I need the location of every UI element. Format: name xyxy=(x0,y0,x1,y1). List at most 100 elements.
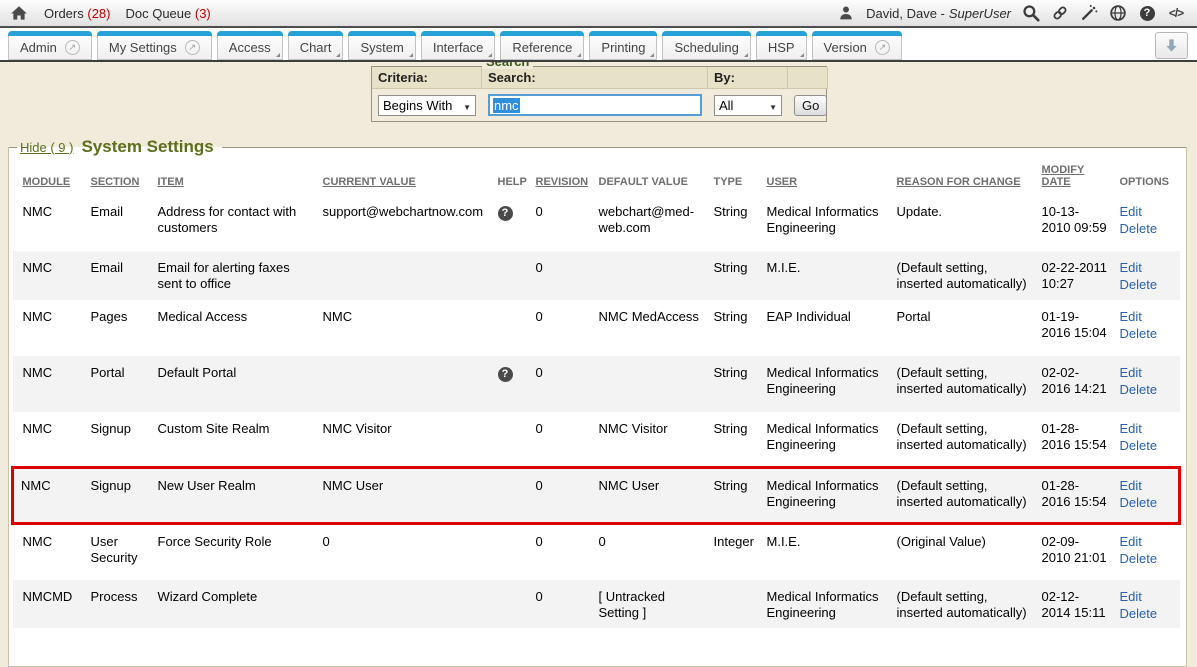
revision-cell: 0 xyxy=(536,524,599,580)
delete-link[interactable]: Delete xyxy=(1120,382,1168,398)
user-cell: M.I.E. xyxy=(767,524,897,580)
edit-link[interactable]: Edit xyxy=(1120,478,1167,494)
tab-label: System xyxy=(360,40,403,55)
options-cell: EditDelete xyxy=(1120,251,1180,300)
module-cell: NMC xyxy=(13,356,91,412)
search-panel: Search Criteria: Search: By: Begins With… xyxy=(371,66,827,122)
criteria-select[interactable]: Begins With xyxy=(378,95,476,116)
tab-admin[interactable]: Admin xyxy=(8,31,92,60)
search-icon[interactable] xyxy=(1022,4,1040,22)
nav-item-doc-queue[interactable]: Doc Queue (3) xyxy=(125,6,210,21)
tab-printing[interactable]: Printing xyxy=(589,31,657,60)
delete-link[interactable]: Delete xyxy=(1120,221,1168,237)
search-input[interactable]: nmc xyxy=(488,94,702,116)
column-header-label[interactable]: CURRENT VALUE xyxy=(323,176,416,188)
column-header-label: HELP xyxy=(498,176,527,188)
column-header-label[interactable]: REASON FOR CHANGE xyxy=(897,176,1021,188)
tab-scheduling[interactable]: Scheduling xyxy=(662,31,750,60)
user-label[interactable]: David, Dave - SuperUser xyxy=(866,6,1011,21)
type-cell: String xyxy=(714,300,767,356)
edit-link[interactable]: Edit xyxy=(1120,260,1168,276)
hide-link[interactable]: Hide ( 9 ) xyxy=(20,140,73,155)
help-icon[interactable] xyxy=(1138,4,1156,22)
tab-hsp[interactable]: HSP xyxy=(756,31,807,60)
edit-link[interactable]: Edit xyxy=(1120,309,1168,325)
revision-cell: 0 xyxy=(536,251,599,300)
help-cell xyxy=(498,524,536,580)
tab-label: Version xyxy=(824,40,867,55)
reason-cell: (Default setting, inserted automatically… xyxy=(897,580,1042,629)
external-link-icon[interactable] xyxy=(185,40,200,55)
column-header-label[interactable]: ITEM xyxy=(158,176,184,188)
tab-interface[interactable]: Interface xyxy=(421,31,496,60)
table-row: NMCMDProcessWizard Complete0[ Untracked … xyxy=(13,580,1180,629)
external-link-icon[interactable] xyxy=(875,40,890,55)
tab-access[interactable]: Access xyxy=(217,31,283,60)
current-value-cell xyxy=(323,580,498,629)
tab-reference[interactable]: Reference xyxy=(500,31,584,60)
revision-cell: 0 xyxy=(536,468,599,524)
delete-link[interactable]: Delete xyxy=(1120,551,1168,567)
modify-date-cell: 01-28-2016 15:54 xyxy=(1042,468,1120,524)
column-header-label[interactable]: MODULE xyxy=(23,176,71,188)
module-cell: NMC xyxy=(13,524,91,580)
tab-system[interactable]: System xyxy=(348,31,415,60)
default-value-cell: [ Untracked Setting ] xyxy=(599,580,714,629)
delete-link[interactable]: Delete xyxy=(1120,495,1167,511)
tab-label: Scheduling xyxy=(674,40,738,55)
edit-link[interactable]: Edit xyxy=(1120,589,1168,605)
default-value-cell: webchart@med-web.com xyxy=(599,195,714,251)
help-icon[interactable] xyxy=(498,206,513,221)
section-cell: Portal xyxy=(91,356,158,412)
tab-chart[interactable]: Chart xyxy=(288,31,344,60)
table-row: NMCUser SecurityForce Security Role000In… xyxy=(13,524,1180,580)
by-select[interactable]: All xyxy=(714,95,782,116)
select-arrow-icon xyxy=(459,98,471,113)
wand-icon[interactable] xyxy=(1080,4,1098,22)
options-cell: EditDelete xyxy=(1120,300,1180,356)
criteria-label: Criteria: xyxy=(372,67,482,89)
delete-link[interactable]: Delete xyxy=(1120,606,1168,622)
nav-item-orders[interactable]: Orders (28) xyxy=(44,6,110,21)
settings-table: MODULE SECTION ITEM CURRENT VALUE HELP REVISI… xyxy=(11,147,1181,628)
column-header-label[interactable]: MODIFY DATE xyxy=(1042,164,1085,188)
revision-cell: 0 xyxy=(536,300,599,356)
current-value-cell: NMC xyxy=(323,300,498,356)
options-cell: EditDelete xyxy=(1120,412,1180,468)
nav-item-count: (3) xyxy=(195,6,211,21)
criteria-select-value: Begins With xyxy=(383,98,452,113)
delete-link[interactable]: Delete xyxy=(1120,326,1168,342)
help-icon[interactable] xyxy=(498,367,513,382)
home-icon-glyph xyxy=(10,5,28,22)
tab-label: Interface xyxy=(433,40,484,55)
section-cell: Pages xyxy=(91,300,158,356)
nav-item-label: Orders xyxy=(44,6,84,21)
delete-link[interactable]: Delete xyxy=(1120,438,1168,454)
edit-link[interactable]: Edit xyxy=(1120,421,1168,437)
column-header-label: TYPE xyxy=(714,176,743,188)
module-cell: NMC xyxy=(13,195,91,251)
code-icon[interactable] xyxy=(1167,4,1185,22)
current-value-cell: NMC Visitor xyxy=(323,412,498,468)
external-link-icon[interactable] xyxy=(65,40,80,55)
search-input-selected-text: nmc xyxy=(493,98,520,113)
column-header-label[interactable]: SECTION xyxy=(91,176,140,188)
globe-icon[interactable] xyxy=(1109,4,1127,22)
home-icon[interactable] xyxy=(10,4,28,22)
go-cell: Go xyxy=(788,89,828,121)
go-button[interactable]: Go xyxy=(794,95,827,116)
delete-link[interactable]: Delete xyxy=(1120,277,1168,293)
search-label: Search: xyxy=(482,67,708,89)
edit-link[interactable]: Edit xyxy=(1120,204,1168,220)
edit-link[interactable]: Edit xyxy=(1120,534,1168,550)
column-header-label[interactable]: USER xyxy=(767,176,798,188)
edit-link[interactable]: Edit xyxy=(1120,365,1168,381)
collapse-toolbar-button[interactable] xyxy=(1155,32,1188,59)
user-cell: Medical Informatics Engineering xyxy=(767,580,897,629)
link-icon[interactable] xyxy=(1051,4,1069,22)
section-cell: Process xyxy=(91,580,158,629)
reason-cell: (Default setting, inserted automatically… xyxy=(897,412,1042,468)
column-header-label[interactable]: REVISION xyxy=(536,176,589,188)
tab-my-settings[interactable]: My Settings xyxy=(97,31,212,60)
tab-version[interactable]: Version xyxy=(812,31,902,60)
